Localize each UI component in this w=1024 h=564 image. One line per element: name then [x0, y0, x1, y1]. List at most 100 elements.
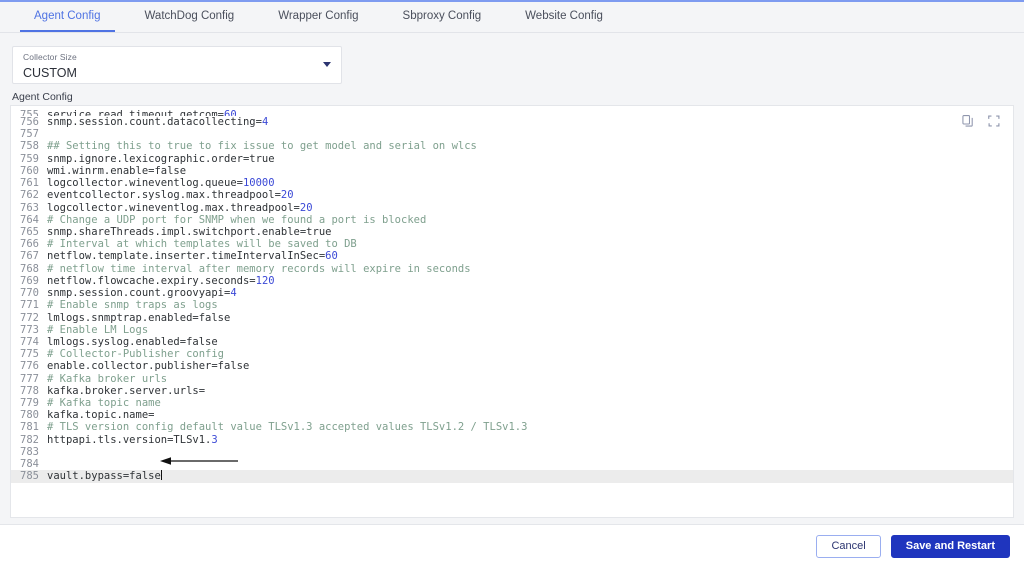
- code-line[interactable]: 769 netflow.flowcache.expiry.seconds=120: [11, 274, 1013, 287]
- line-number: 764: [20, 213, 39, 226]
- code-line-text: logcollector.wineventlog.queue=10000: [47, 177, 275, 190]
- collector-size-select[interactable]: Collector Size CUSTOM: [12, 46, 342, 84]
- line-number: 775: [20, 348, 39, 361]
- code-line-text: snmp.shareThreads.impl.switchport.enable…: [47, 225, 332, 238]
- line-number: 768: [20, 262, 39, 275]
- code-line-text: kafka.topic.name=: [47, 409, 155, 422]
- code-line[interactable]: 758 ## Setting this to true to fix issue …: [11, 140, 1013, 153]
- code-line[interactable]: 780 kafka.topic.name=: [11, 409, 1013, 422]
- code-line-text: enable.collector.publisher=false: [47, 360, 250, 373]
- line-number: 784: [20, 458, 39, 471]
- code-line[interactable]: 771 # Enable snmp traps as logs: [11, 299, 1013, 312]
- copy-icon[interactable]: [961, 114, 975, 128]
- code-line[interactable]: 760 wmi.winrm.enable=false: [11, 164, 1013, 177]
- code-line[interactable]: 772 lmlogs.snmptrap.enabled=false: [11, 311, 1013, 324]
- code-line-text: lmlogs.syslog.enabled=false: [47, 335, 218, 348]
- code-line[interactable]: 781 # TLS version config default value TL…: [11, 421, 1013, 433]
- line-number: 765: [20, 225, 39, 238]
- config-tab-bar: Agent Config WatchDog Config Wrapper Confi…: [0, 2, 1024, 33]
- code-line[interactable]: 768 # netflow time interval after memory …: [11, 262, 1013, 275]
- code-line[interactable]: 755 service.read_timeout_getcom=60: [11, 109, 1013, 116]
- code-line-text: # Kafka topic name: [47, 397, 161, 410]
- code-line[interactable]: 756 snmp.session.count.datacollecting=4: [11, 116, 1013, 128]
- code-editor-content[interactable]: 755 service.read_timeout_getcom=60 756 snmp…: [11, 106, 1013, 517]
- code-line[interactable]: 775 # Collector-Publisher config: [11, 348, 1013, 361]
- line-number: 767: [20, 250, 39, 263]
- code-line[interactable]: 766 # Interval at which templates will be…: [11, 238, 1013, 251]
- code-line-text: # Change a UDP port for SNMP when we fou…: [47, 213, 427, 226]
- code-line[interactable]: 770 snmp.session.count.groovyapi=4: [11, 287, 1013, 300]
- collector-size-label: Collector Size: [23, 52, 77, 62]
- line-number: 774: [20, 335, 39, 348]
- tab-sbproxy-config[interactable]: Sbproxy Config: [381, 1, 504, 32]
- line-number: 758: [20, 140, 39, 153]
- code-line[interactable]: 767 netflow.template.inserter.timeInterva…: [11, 250, 1013, 263]
- line-number: 782: [20, 433, 39, 446]
- chevron-down-icon[interactable]: [323, 62, 331, 67]
- footer-bar: Cancel Save and Restart: [0, 524, 1024, 564]
- code-line-text: lmlogs.snmptrap.enabled=false: [47, 311, 231, 324]
- code-line[interactable]: 779 # Kafka topic name: [11, 397, 1013, 410]
- line-number: 777: [20, 372, 39, 385]
- line-number: 785: [20, 470, 39, 483]
- editor-toolbar: [961, 114, 1001, 128]
- agent-config-caption: Agent Config: [12, 91, 73, 103]
- code-line-text: snmp.session.count.datacollecting=4: [47, 116, 269, 128]
- line-number: 776: [20, 360, 39, 373]
- code-line[interactable]: 773 # Enable LM Logs: [11, 323, 1013, 336]
- line-number: 761: [20, 177, 39, 190]
- line-number: 778: [20, 384, 39, 397]
- code-line[interactable]: 785 vault.bypass=false: [11, 470, 1013, 483]
- code-line-text: # Interval at which templates will be sa…: [47, 238, 357, 251]
- code-line[interactable]: 782 httpapi.tls.version=TLSv1.3: [11, 433, 1013, 446]
- code-line-text: wmi.winrm.enable=false: [47, 164, 187, 177]
- line-number: 779: [20, 397, 39, 410]
- line-number: 783: [20, 445, 39, 458]
- code-line-text: vault.bypass=false: [47, 470, 162, 483]
- save-and-restart-button[interactable]: Save and Restart: [890, 535, 1010, 558]
- agent-config-editor-panel[interactable]: 755 service.read_timeout_getcom=60 756 snmp…: [10, 105, 1014, 518]
- code-line[interactable]: 764 # Change a UDP port for SNMP when we …: [11, 213, 1013, 226]
- code-line-text: httpapi.tls.version=TLSv1.3: [47, 433, 218, 446]
- fullscreen-icon[interactable]: [987, 114, 1001, 128]
- code-line[interactable]: 774 lmlogs.syslog.enabled=false: [11, 335, 1013, 348]
- code-line[interactable]: 762 eventcollector.syslog.max.threadpool=…: [11, 189, 1013, 202]
- code-line-text: kafka.broker.server.urls=: [47, 384, 206, 397]
- line-number: 780: [20, 409, 39, 422]
- code-line[interactable]: 759 snmp.ignore.lexicographic.order=true: [11, 152, 1013, 165]
- line-number: 762: [20, 189, 39, 202]
- code-line[interactable]: 776 enable.collector.publisher=false: [11, 360, 1013, 373]
- code-line-text: snmp.session.count.groovyapi=4: [47, 287, 237, 300]
- collector-size-value: CUSTOM: [23, 66, 77, 80]
- code-line-text: # Enable snmp traps as logs: [47, 299, 218, 312]
- code-line-text: # Enable LM Logs: [47, 323, 149, 336]
- code-line[interactable]: 761 logcollector.wineventlog.queue=10000: [11, 177, 1013, 190]
- code-line-text: netflow.template.inserter.timeIntervalIn…: [47, 250, 338, 263]
- tab-watchdog-config[interactable]: WatchDog Config: [123, 1, 257, 32]
- code-line[interactable]: 784: [11, 458, 1013, 471]
- code-line[interactable]: 763 logcollector.wineventlog.max.threadpo…: [11, 202, 1013, 214]
- tab-wrapper-config[interactable]: Wrapper Config: [256, 1, 380, 32]
- code-line-text: eventcollector.syslog.max.threadpool=20: [47, 189, 294, 202]
- line-number: 770: [20, 287, 39, 300]
- line-number: 772: [20, 311, 39, 324]
- line-number: 755: [20, 109, 39, 116]
- line-number: 759: [20, 152, 39, 165]
- cancel-button[interactable]: Cancel: [816, 535, 881, 558]
- code-line[interactable]: 757: [11, 128, 1013, 141]
- line-number: 757: [20, 128, 39, 141]
- code-line-text: ## Setting this to true to fix issue to …: [47, 140, 477, 153]
- code-line-text: # Kafka broker urls: [47, 372, 168, 385]
- code-line[interactable]: 765 snmp.shareThreads.impl.switchport.ena…: [11, 225, 1013, 238]
- code-line[interactable]: 783: [11, 445, 1013, 458]
- code-line-text: snmp.ignore.lexicographic.order=true: [47, 152, 275, 165]
- line-number: 769: [20, 274, 39, 287]
- tab-agent-config[interactable]: Agent Config: [12, 1, 123, 32]
- code-line[interactable]: 778 kafka.broker.server.urls=: [11, 384, 1013, 397]
- text-cursor: [160, 470, 162, 481]
- line-number: 756: [20, 116, 39, 128]
- line-number: 773: [20, 323, 39, 336]
- code-line-text: # netflow time interval after memory rec…: [47, 262, 471, 275]
- code-line[interactable]: 777 # Kafka broker urls: [11, 372, 1013, 385]
- tab-website-config[interactable]: Website Config: [503, 1, 625, 32]
